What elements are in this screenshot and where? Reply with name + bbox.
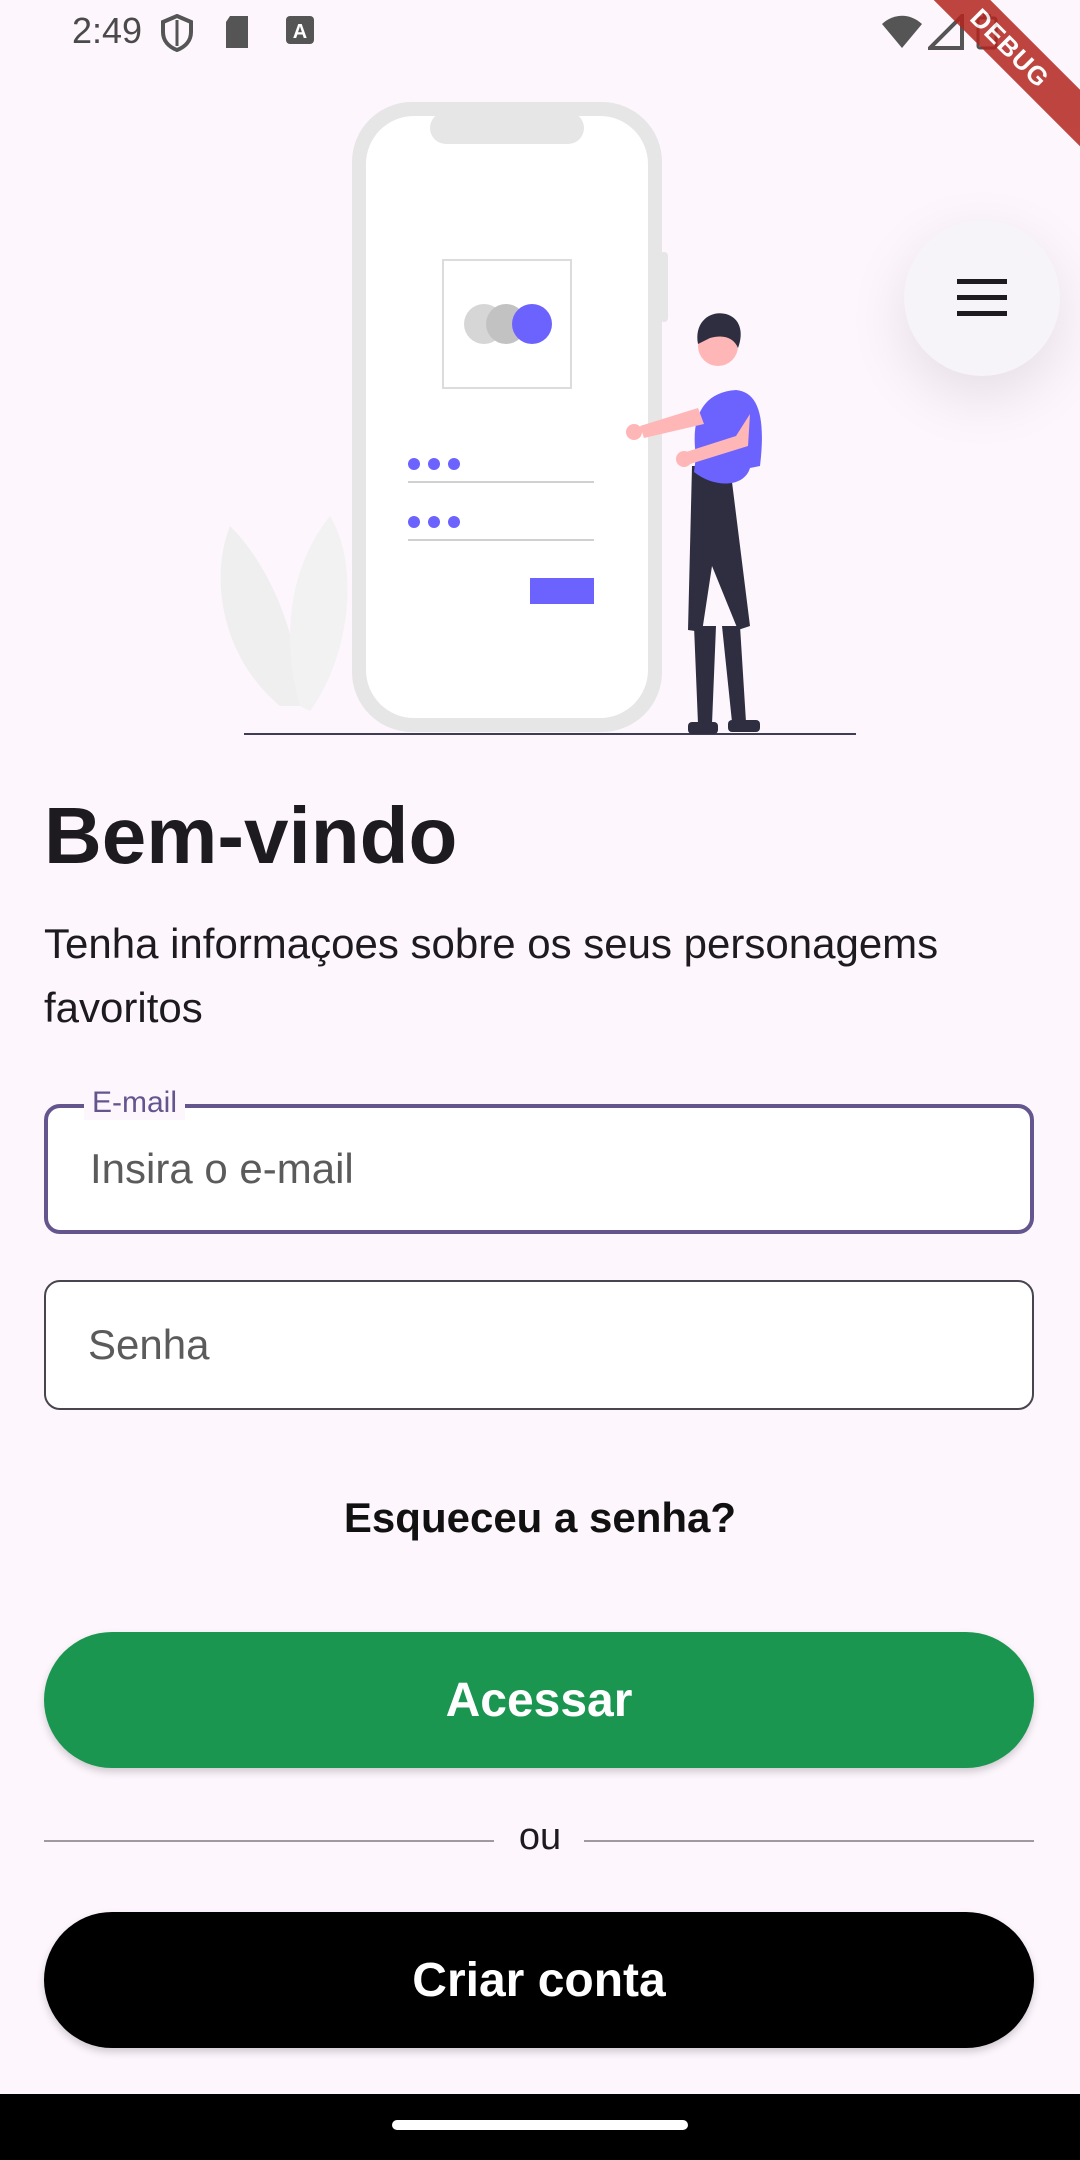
status-time: 2:49	[72, 10, 143, 51]
home-gesture-handle[interactable]	[392, 2120, 688, 2130]
email-input[interactable]: Insira o e-mail	[90, 1108, 990, 1230]
navigation-bar	[0, 2094, 1080, 2160]
password-input[interactable]: Senha	[88, 1282, 988, 1408]
sd-card-icon	[226, 16, 248, 48]
create-account-button[interactable]: Criar conta	[44, 1912, 1034, 2048]
menu-button[interactable]	[904, 220, 1060, 376]
password-field[interactable]: Senha	[44, 1280, 1034, 1410]
forgot-password-link[interactable]: Esqueceu a senha?	[0, 1494, 1080, 1542]
page-subtitle: Tenha informaçoes sobre os seus personag…	[44, 920, 939, 1031]
access-button[interactable]: Acessar	[44, 1632, 1034, 1768]
email-field[interactable]: E-mail Insira o e-mail	[44, 1086, 1034, 1234]
svg-text:A: A	[293, 21, 307, 43]
divider-line-right	[584, 1840, 1034, 1842]
status-bar: 2:49 A	[0, 0, 1080, 66]
shield-icon	[161, 14, 193, 52]
login-illustration	[220, 102, 856, 735]
keyboard-icon: A	[286, 16, 314, 44]
page-title: Bem-vindo	[44, 791, 458, 880]
hamburger-menu-icon	[957, 279, 1007, 316]
divider-text: ou	[518, 1816, 562, 1858]
wifi-icon	[882, 15, 922, 48]
